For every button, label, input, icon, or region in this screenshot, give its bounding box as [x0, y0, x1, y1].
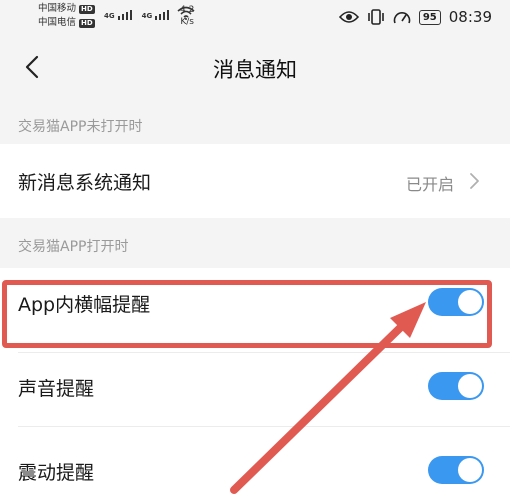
vibration-reminder-label: 震动提醒 — [18, 462, 95, 484]
page-title: 消息通知 — [213, 58, 297, 82]
hd-badge: HD — [79, 4, 95, 14]
hd-badge: HD — [79, 18, 95, 28]
eye-icon — [338, 11, 359, 23]
system-notification-row[interactable]: 新消息系统通知 已开启 — [0, 144, 510, 218]
toggle-knob — [458, 290, 482, 314]
sound-reminder-toggle[interactable] — [428, 372, 484, 400]
carrier-1: 中国移动 — [38, 3, 77, 14]
toggle-knob — [458, 458, 482, 482]
vibration-reminder-row: 震动提醒 — [0, 430, 510, 500]
banner-reminder-row: App内横幅提醒 — [0, 268, 510, 342]
banner-reminder-toggle[interactable] — [428, 288, 484, 316]
sound-reminder-label: 声音提醒 — [18, 378, 95, 400]
net-speed-unit: K/s — [180, 17, 194, 27]
section-title: 交易猫APP未打开时 — [18, 119, 143, 135]
system-notification-status: 已开启 — [405, 175, 454, 194]
clock: 08:39 — [448, 8, 492, 26]
signal-label: 4G — [141, 12, 153, 20]
status-bar: 中国移动 HD 中国电信 HD 4G 4G 4.2 K/s 95 08:39 — [0, 0, 510, 36]
net-speed-value: 4.2 — [180, 5, 195, 15]
carrier-info: 中国移动 HD 中国电信 HD — [38, 2, 95, 30]
carrier-2: 中国电信 — [38, 17, 77, 28]
battery-icon: 95 — [418, 9, 441, 25]
sound-reminder-row: 声音提醒 — [0, 356, 510, 420]
divider — [18, 426, 510, 427]
speedometer-icon — [393, 12, 411, 24]
net-speed: 4.2 K/s — [180, 4, 194, 28]
chevron-right-icon — [470, 173, 479, 189]
section-header-app-open: 交易猫APP打开时 — [0, 222, 510, 266]
vibration-reminder-toggle[interactable] — [428, 456, 484, 484]
section-title: 交易猫APP打开时 — [18, 239, 129, 255]
divider — [18, 352, 510, 353]
toggle-knob — [458, 374, 482, 398]
status-right: 95 08:39 — [338, 8, 492, 26]
signal-label: 4G — [104, 12, 115, 20]
navigation-bar: 消息通知 — [0, 36, 510, 100]
vibrate-icon — [368, 9, 384, 25]
section-header-app-closed: 交易猫APP未打开时 — [0, 104, 510, 144]
in-app-settings-list: App内横幅提醒 声音提醒 震动提醒 — [0, 268, 510, 500]
banner-reminder-label: App内横幅提醒 — [18, 294, 151, 316]
system-notification-label: 新消息系统通知 — [18, 172, 152, 194]
